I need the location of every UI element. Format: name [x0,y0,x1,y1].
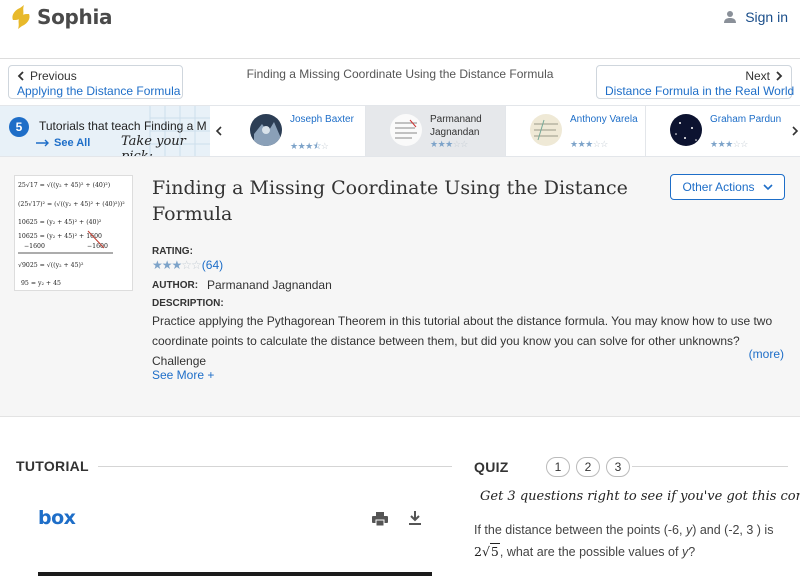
top-header: Sophia Sign in [0,0,800,58]
math-line: 10625 = (y₂ + 45)² + (40)² [18,219,102,226]
quiz-heading: QUIZ [474,459,509,475]
tutorial-count-badge: 5 [9,117,29,137]
tutorial-card-selected[interactable]: Parmanand Jagnandan ★★★☆☆ [366,106,506,156]
download-icon[interactable] [408,511,422,526]
math-line: 95 = y₂ + 45 [21,280,61,287]
tutorial-info: 25√17 = √((y₂ + 45)² + (40)²) (25√17)² =… [0,157,800,417]
tutor-name: Joseph Baxter [290,114,354,125]
description-text: Practice applying the Pythagorean Theore… [152,314,773,368]
box-logo: box [38,507,76,529]
tutor-rating-stars: ★★★☆☆ [710,139,748,149]
quiz-question-2[interactable]: 2 [576,457,600,477]
tutorial-card[interactable]: Graham Pardun ★★★☆☆ [646,106,787,156]
sqrt-coefficient: 2 [474,544,482,559]
sign-in-label: Sign in [745,9,788,25]
user-icon [724,11,737,23]
chevron-down-icon [762,183,773,190]
more-link[interactable]: (more) [749,347,784,361]
tutor-name: Parmanand Jagnandan [430,114,482,138]
tutorial-card[interactable]: Joseph Baxter ★★★⯪☆ [226,106,366,156]
next-button[interactable]: Next Distance Formula in the Real World [596,65,795,99]
print-icon[interactable] [372,512,388,526]
chevron-left-icon [215,126,222,136]
rating-stars: ★★★☆☆ [152,258,202,272]
tutorials-label: Tutorials that teach Finding a M [39,119,207,133]
tutorials-summary: 5 Tutorials that teach Finding a M See A… [0,106,210,156]
arrow-right-icon [36,139,49,147]
carousel-next-button[interactable] [787,106,800,156]
author-name: Parmanand Jagnandan [207,278,332,292]
math-line: −1600 [87,243,108,250]
current-lesson-title: Finding a Missing Coordinate Using the D… [246,67,554,81]
tutor-rating-stars: ★★★⯪☆ [290,141,329,151]
question-text: If the distance between the points (-6, [474,523,686,537]
question-text: ) and (-2, 3 ) is [692,523,774,537]
description-label: DESCRIPTION: [152,298,224,309]
tutor-avatar [250,114,282,146]
math-line: 10625 = (y₂ + 45)² + 1600 [18,233,102,240]
math-line: 25√17 = √((y₂ + 45)² + (40)²) [18,182,110,189]
tutorial-card[interactable]: Anthony Varela ★★★☆☆ [506,106,646,156]
quiz-question-3[interactable]: 3 [606,457,630,477]
sqrt-radicand: 5 [489,543,500,559]
sophia-logo-icon [12,5,30,29]
see-more-link[interactable]: See More + [152,368,214,382]
divider [632,466,788,467]
author-label: AUTHOR: [152,280,199,291]
tutor-rating-stars: ★★★☆☆ [430,139,468,149]
quiz-question-1[interactable]: 1 [546,457,570,477]
see-all-label: See All [54,137,91,149]
math-line: √9025 = √((y₂ + 45)² [18,262,84,269]
question-text: ? [688,545,696,559]
document-viewer[interactable] [38,572,432,576]
rating-label: RATING: [152,246,193,257]
other-actions-button[interactable]: Other Actions [670,174,785,200]
tutor-name: Anthony Varela [570,114,638,125]
tutor-rating-stars: ★★★☆☆ [570,139,608,149]
take-your-pick-text: Take your pick: [121,134,186,156]
next-title: Distance Formula in the Real World [605,84,795,98]
tutorial-heading: TUTORIAL [16,458,89,474]
quiz-question-text: If the distance between the points (-6, … [474,519,790,563]
tutorials-strip: 5 Tutorials that teach Finding a M See A… [0,105,800,157]
see-all-link[interactable]: See All [36,137,90,149]
lesson-navigation: Previous Applying the Distance Formula F… [0,58,800,105]
logo-text: Sophia [37,5,113,29]
carousel-prev-button[interactable] [210,106,226,156]
tutorial-thumbnail[interactable]: 25√17 = √((y₂ + 45)² + (40)²) (25√17)² =… [14,175,133,291]
quiz-tagline: Get 3 questions right to see if you've g… [480,489,800,504]
sign-in-link[interactable]: Sign in [723,9,788,25]
tutor-name: Graham Pardun [710,114,782,125]
rating-count-link[interactable]: (64) [202,258,223,272]
other-actions-label: Other Actions [682,180,755,194]
tutor-avatar [670,114,702,146]
next-label: Next [745,69,770,83]
chevron-right-icon [776,71,783,81]
sqrt-expression: 2√5 [474,543,500,559]
previous-label: Previous [30,69,77,83]
math-line: −1600 [24,243,45,250]
tutor-avatar [390,114,422,146]
previous-title: Applying the Distance Formula [17,84,181,98]
tutor-avatar [530,114,562,146]
chevron-right-icon [791,126,798,136]
divider [98,466,452,467]
rating: ★★★☆☆ (64) [152,258,223,272]
sophia-logo[interactable]: Sophia [10,4,113,30]
page-title: Finding a Missing Coordinate Using the D… [152,177,628,225]
chevron-left-icon [17,71,24,81]
question-text: , what are the possible values of [499,545,682,559]
previous-button[interactable]: Previous Applying the Distance Formula [8,65,183,99]
math-line: (25√17)² = (√((y₂ + 45)² + (40)²))² [18,201,125,208]
